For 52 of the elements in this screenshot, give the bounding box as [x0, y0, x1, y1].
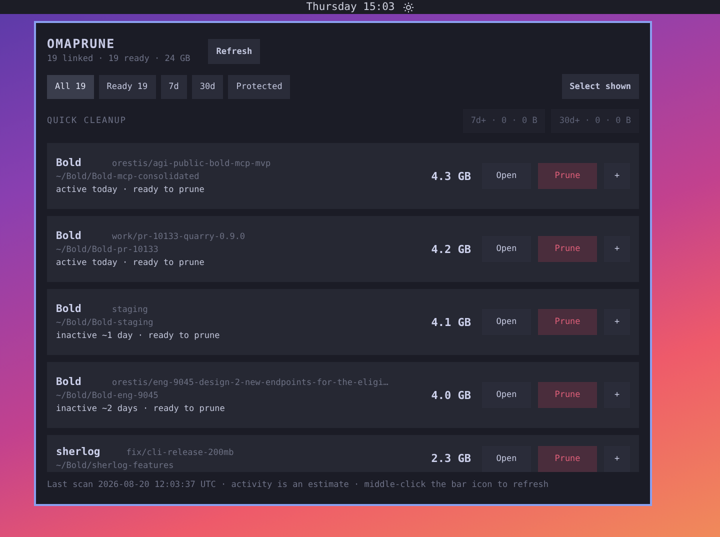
branch-name: orestis/agi-public-bold-mcp-mvp — [112, 159, 271, 169]
refresh-button[interactable]: Refresh — [208, 39, 260, 64]
worktree-path: ~/Bold/Bold-staging — [56, 318, 154, 328]
add-button[interactable]: + — [604, 309, 630, 335]
repo-name: Bold — [56, 376, 82, 388]
filter-tab[interactable]: Ready 19 — [98, 74, 156, 98]
footer-text: Last scan 2026-08-20 12:03:37 UTC · activity is an estimate · middle-click the bar icon to refresh — [47, 479, 550, 492]
prune-button[interactable]: Prune — [538, 446, 597, 472]
branch-name: staging — [112, 305, 148, 315]
summary-text: 19 linked · 19 ready · 24 GB — [47, 54, 190, 64]
add-button[interactable]: + — [604, 163, 630, 189]
status-text: inactive ~1 day · ready to prune — [56, 331, 221, 341]
open-button[interactable]: Open — [482, 236, 531, 262]
filter-tab[interactable]: Protected — [228, 74, 290, 98]
size-text: 4.2 GB — [431, 242, 471, 256]
filter-tab[interactable]: 30d — [192, 74, 224, 98]
repo-name: sherlog — [56, 446, 100, 458]
add-button[interactable]: + — [604, 236, 630, 262]
worktree-path: ~/Bold/Bold-eng-9045 — [56, 391, 160, 401]
status-text: inactive ~2 days · ready to prune — [56, 404, 226, 414]
worktree-path: ~/Bold/Bold-pr-10133 — [56, 245, 160, 255]
repo-name: Bold — [56, 230, 82, 242]
prune-button[interactable]: Prune — [538, 309, 597, 335]
branch-name: fix/cli-release-200mb — [126, 448, 234, 458]
worktree-path: ~/Bold/sherlog-features — [56, 461, 175, 471]
size-text: 4.0 GB — [431, 388, 471, 402]
prune-button[interactable]: Prune — [538, 382, 597, 408]
branch-name: orestis/eng-9045-design-2-new-endpoints-for-the-eligi… — [112, 378, 388, 388]
section-heading: QUICK CLEANUP — [47, 116, 127, 126]
prune-button[interactable]: Prune — [538, 163, 597, 189]
open-button[interactable]: Open — [482, 163, 531, 189]
clock: Thursday 15:03 — [306, 1, 395, 13]
status-text: active today · ready to prune — [56, 258, 206, 268]
select-shown-button[interactable]: Select shown — [562, 74, 639, 99]
filter-tab[interactable]: 7d — [160, 74, 187, 98]
status-text: active today · ready to prune — [56, 185, 206, 195]
open-button[interactable]: Open — [482, 309, 531, 335]
size-text: 4.3 GB — [431, 170, 471, 182]
worktree-path: ~/Bold/Bold-mcp-consolidated — [56, 172, 200, 182]
branch-name: work/pr-10133-quarry-0.9.0 — [112, 232, 246, 242]
add-button[interactable]: + — [604, 446, 630, 472]
filter-tab[interactable]: All 19 — [47, 74, 94, 98]
app-title: OMAPRUNE — [47, 36, 116, 51]
open-button[interactable]: Open — [482, 382, 531, 408]
sun-icon — [402, 2, 414, 12]
size-text: 2.3 GB — [431, 452, 471, 465]
open-button[interactable]: Open — [482, 446, 531, 472]
add-button[interactable]: + — [604, 382, 630, 408]
repo-name: Bold — [56, 303, 82, 315]
repo-name: Bold — [56, 157, 82, 169]
prune-button[interactable]: Prune — [538, 236, 597, 262]
size-text: 4.1 GB — [431, 316, 471, 328]
